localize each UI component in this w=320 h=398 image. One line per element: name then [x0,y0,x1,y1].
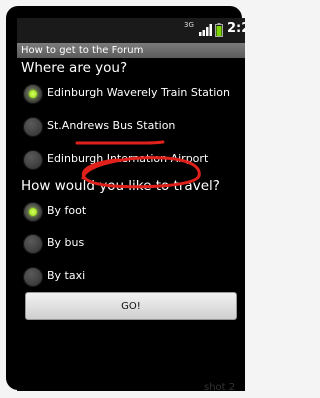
radio-label: By foot [47,204,87,217]
go-button[interactable]: GO! [25,292,237,320]
radio-travel-bus[interactable]: By bus [21,232,245,258]
device-screen: 3G 2:22 How to get to the Forum Where ar… [17,18,245,391]
radio-label: By taxi [47,269,86,282]
radio-label: Edinburgh Waverely Train Station [47,86,230,99]
battery-icon [215,23,223,37]
radio-label: By bus [47,236,85,249]
signal-icon [199,24,212,36]
radio-button[interactable] [23,117,43,137]
travel-question: How would you like to travel? [21,178,220,194]
radio-location-waverley[interactable]: Edinburgh Waverely Train Station [21,82,245,108]
phone-frame: 3G 2:22 How to get to the Forum Where ar… [6,6,245,391]
status-bar: 3G 2:22 [17,18,245,43]
radio-button[interactable] [23,267,43,287]
location-question: Where are you? [21,60,128,76]
radio-button[interactable] [23,84,43,104]
radio-button[interactable] [23,202,43,222]
radio-travel-taxi[interactable]: By taxi [21,265,245,291]
radio-label: Edinburgh Internation Airport [47,152,209,165]
radio-location-airport[interactable]: Edinburgh Internation Airport [21,148,245,174]
clock: 2:22 [227,21,245,36]
radio-button[interactable] [23,234,43,254]
network-type-indicator: 3G [184,21,194,29]
screenshot-caption: shot 2 [204,382,236,393]
red-underline [75,140,165,145]
radio-label: St.Andrews Bus Station [47,119,176,132]
app-title-bar: How to get to the Forum [17,43,245,58]
radio-button[interactable] [23,150,43,170]
radio-location-st-andrews[interactable]: St.Andrews Bus Station [21,115,245,141]
radio-travel-foot[interactable]: By foot [21,200,245,226]
